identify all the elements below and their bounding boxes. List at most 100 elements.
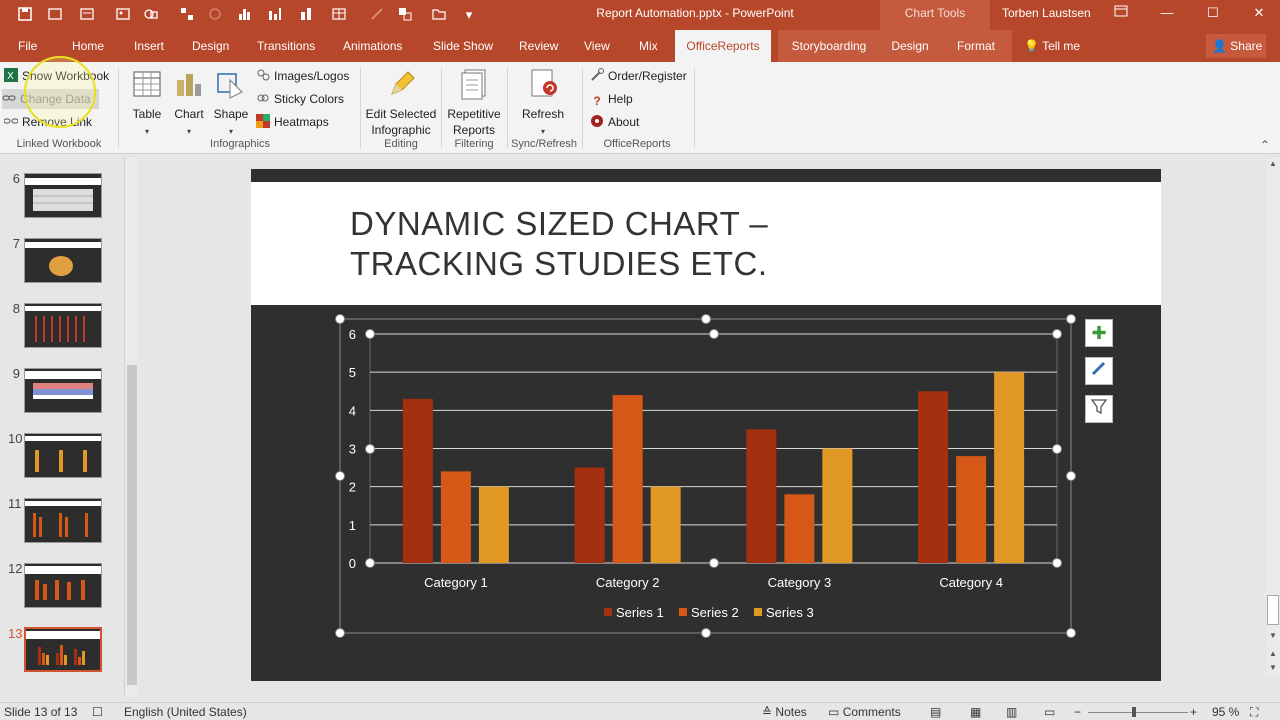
tab-transitions[interactable]: Transitions: [253, 30, 319, 62]
scroll-up-icon[interactable]: ▲: [1269, 159, 1277, 168]
customize-qat-icon[interactable]: ▾: [460, 6, 478, 24]
share-button[interactable]: 👤 Share: [1206, 34, 1266, 58]
collapse-ribbon-icon[interactable]: ⌃: [1260, 138, 1270, 152]
help-button[interactable]: ? Help: [590, 89, 632, 109]
heatmaps-button[interactable]: Heatmaps: [256, 112, 329, 132]
tab-officereports[interactable]: OfficeReports: [675, 30, 771, 62]
slide-thumbnail[interactable]: [24, 563, 102, 608]
language-status[interactable]: English (United States): [124, 705, 247, 719]
layout-icon[interactable]: [78, 6, 96, 24]
edit-selected-infographic-button[interactable]: Edit Selected Infographic: [364, 66, 438, 138]
document-title: Report Automation.pptx - PowerPoint: [596, 6, 794, 20]
slide-scrollbar[interactable]: ▲ ▼ ▲ ▼: [1266, 157, 1280, 677]
resize-handle: [709, 329, 719, 339]
tab-view[interactable]: View: [580, 30, 614, 62]
zoom-in-icon[interactable]: +: [1190, 705, 1197, 719]
order-register-button[interactable]: Order/Register: [590, 66, 687, 86]
about-button[interactable]: About: [590, 112, 639, 132]
tab-home[interactable]: Home: [68, 30, 108, 62]
spell-check-icon[interactable]: ☐: [92, 705, 103, 719]
images-logos-button[interactable]: Images/Logos: [256, 66, 349, 86]
tab-slide-show[interactable]: Slide Show: [429, 30, 497, 62]
ribbon-display-icon[interactable]: [1106, 3, 1136, 25]
tab-animations[interactable]: Animations: [339, 30, 406, 62]
zoom-slider-handle[interactable]: [1132, 707, 1136, 717]
scrollbar-thumb[interactable]: [127, 365, 137, 685]
previous-slide-icon[interactable]: ▲: [1269, 649, 1277, 658]
tab-design[interactable]: Design: [188, 30, 233, 62]
thumb-number: 7: [12, 236, 20, 251]
slide-thumbnail-selected[interactable]: [24, 627, 102, 672]
zoom-level[interactable]: 95 %: [1212, 705, 1239, 719]
tab-file[interactable]: File: [14, 30, 41, 62]
shape-button[interactable]: Shape ▾: [212, 66, 250, 140]
slide-thumbnail[interactable]: [24, 368, 102, 413]
minimize-icon[interactable]: —: [1152, 3, 1182, 25]
tab-mix[interactable]: Mix: [635, 30, 662, 62]
resize-handle: [1066, 471, 1076, 481]
slide-thumbnail[interactable]: [24, 498, 102, 543]
reading-view-icon[interactable]: ▥: [1006, 705, 1017, 719]
resize-handle: [701, 628, 711, 638]
refresh-button[interactable]: Refresh ▾: [514, 66, 572, 140]
zoom-slider[interactable]: [1088, 712, 1188, 713]
group-divider: [360, 68, 361, 148]
y-tick-label: 6: [349, 327, 356, 342]
column-chart-icon[interactable]: [298, 6, 316, 24]
picture-icon[interactable]: [114, 6, 132, 24]
sticky-colors-label: Sticky Colors: [274, 92, 345, 106]
scrollbar-thumb[interactable]: [1267, 595, 1279, 625]
tab-chart-design[interactable]: Design: [880, 30, 940, 62]
fit-to-window-icon[interactable]: ⛶: [1250, 705, 1258, 720]
tab-storyboarding[interactable]: Storyboarding: [778, 30, 880, 62]
chart-icon[interactable]: [236, 6, 254, 24]
tab-review[interactable]: Review: [515, 30, 562, 62]
tell-me-search[interactable]: 💡 Tell me: [1020, 30, 1084, 62]
close-icon[interactable]: ✕: [1244, 3, 1274, 25]
legend-label: Series 3: [766, 605, 814, 620]
slide-thumbnail[interactable]: [24, 303, 102, 348]
shape-icon: [217, 73, 243, 99]
repetitive-reports-button[interactable]: Repetitive Reports: [444, 66, 504, 138]
tab-chart-format[interactable]: Format: [940, 30, 1012, 62]
notes-button[interactable]: ≙ Notes: [762, 705, 807, 719]
resize-handle: [365, 329, 375, 339]
slide-sorter-icon[interactable]: ▦: [970, 705, 981, 719]
y-tick-label: 5: [349, 365, 356, 380]
slide-show-icon[interactable]: ▭: [1044, 705, 1055, 719]
save-icon[interactable]: [16, 6, 34, 24]
smartart-icon[interactable]: [178, 6, 196, 24]
slide-thumbnail[interactable]: [24, 238, 102, 283]
slide-thumbnail[interactable]: [24, 173, 102, 218]
tab-insert[interactable]: Insert: [130, 30, 168, 62]
user-name[interactable]: Torben Laustsen: [1002, 6, 1091, 20]
slide-title[interactable]: DYNAMIC SIZED CHART – TRACKING STUDIES E…: [350, 204, 768, 284]
normal-view-icon[interactable]: ▤: [930, 705, 941, 719]
chart-filters-icon[interactable]: [1085, 395, 1113, 423]
chart-styles-icon[interactable]: [1085, 357, 1113, 385]
legend-label: Series 2: [691, 605, 739, 620]
shapes-icon[interactable]: [142, 6, 160, 24]
new-slide-icon[interactable]: [46, 6, 64, 24]
scroll-down-icon[interactable]: ▼: [1269, 631, 1277, 640]
chart-elements-icon[interactable]: ✚: [1085, 319, 1113, 347]
folder-icon[interactable]: [430, 6, 448, 24]
bar-chart-icon[interactable]: [266, 6, 284, 24]
comments-button[interactable]: ▭ Comments: [828, 705, 901, 719]
group-officereports: OfficeReports: [603, 138, 671, 150]
bar-series-3: [478, 486, 509, 563]
sticky-colors-button[interactable]: Sticky Colors: [256, 89, 344, 109]
next-slide-icon[interactable]: ▼: [1269, 663, 1277, 672]
group-divider: [582, 68, 583, 148]
x-tick-label: Category 1: [424, 575, 488, 590]
legend-label: Series 1: [616, 605, 664, 620]
table-icon[interactable]: [330, 6, 348, 24]
arrange-icon[interactable]: [396, 6, 414, 24]
slide-thumbnail[interactable]: [24, 433, 102, 478]
bar-chart[interactable]: 0 1 2 3 4 5 6 Category 1 Category 2 Category 3 Cat…: [330, 310, 1090, 645]
maximize-icon[interactable]: ☐: [1198, 3, 1228, 25]
chart-button[interactable]: Chart ▾: [170, 66, 208, 140]
zoom-out-icon[interactable]: −: [1074, 705, 1081, 719]
table-button[interactable]: Table ▾: [128, 66, 166, 140]
thumbnail-scrollbar[interactable]: [124, 157, 138, 697]
